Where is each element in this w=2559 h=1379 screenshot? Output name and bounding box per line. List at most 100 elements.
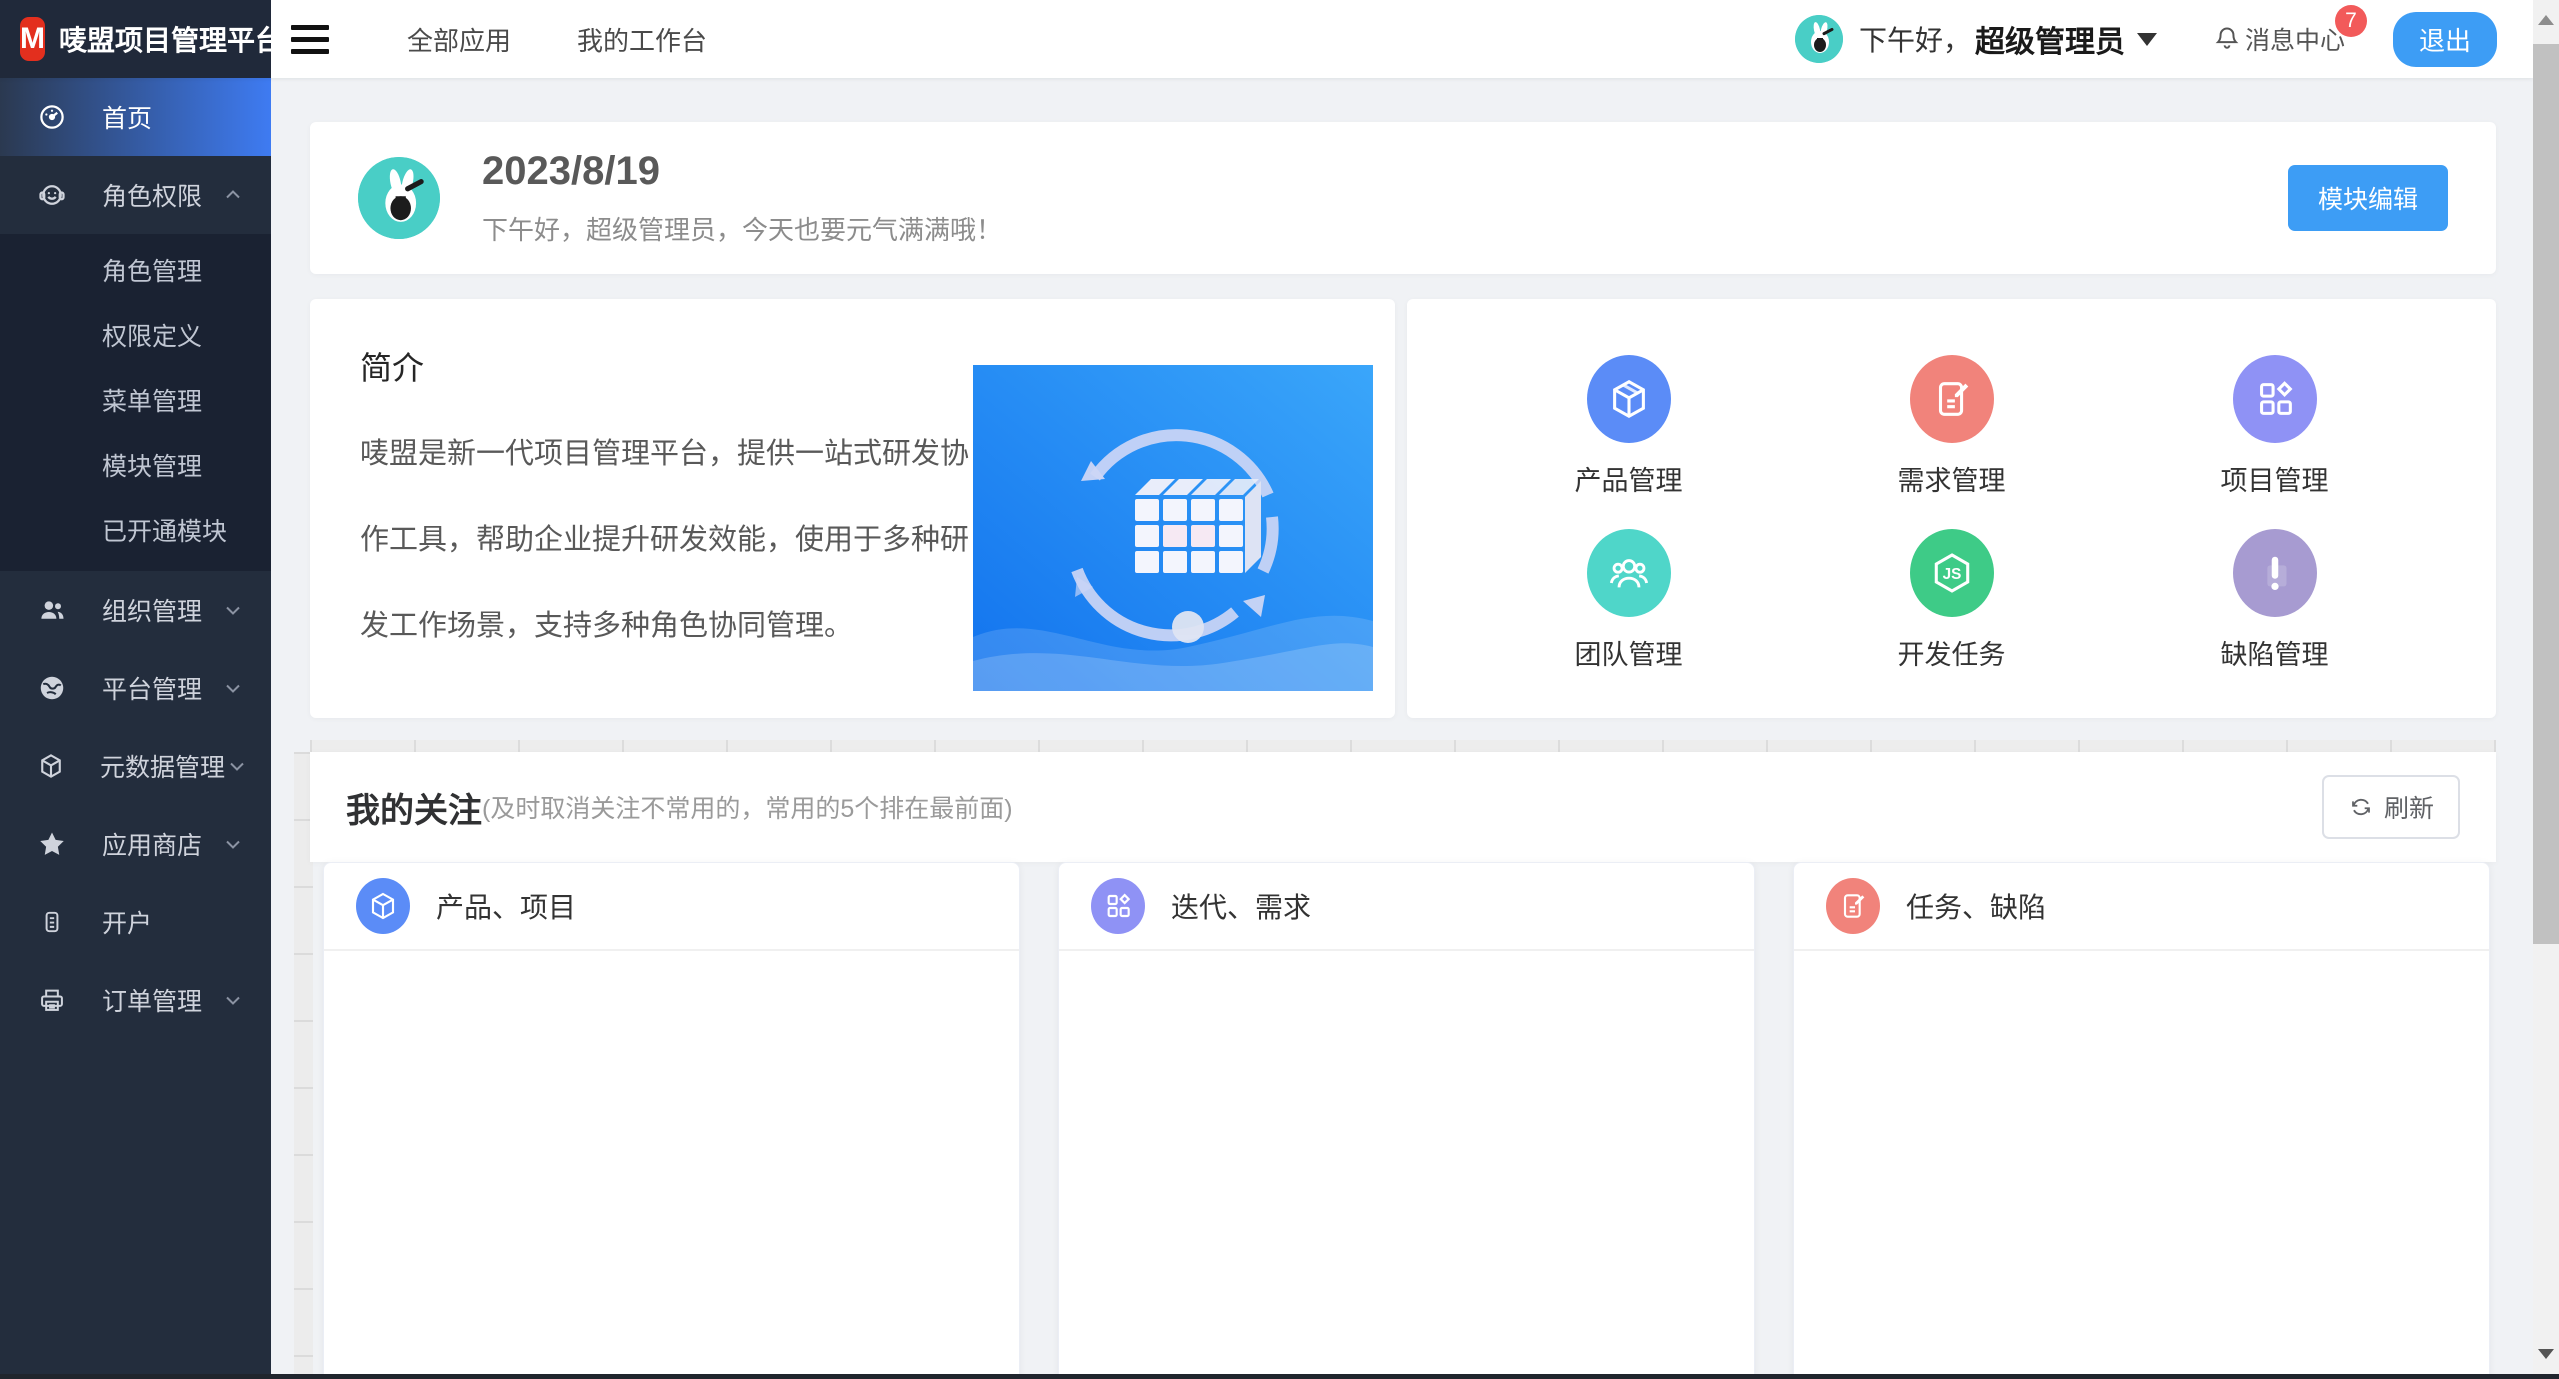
- sidebar-item-label: 应用商店: [102, 826, 221, 862]
- order-icon: [36, 984, 68, 1016]
- module-project-management[interactable]: 项目管理: [2113, 339, 2436, 514]
- rabbit-avatar-icon: [358, 157, 440, 239]
- sidebar-item-label: 组织管理: [102, 592, 221, 628]
- chevron-down-icon: [221, 832, 245, 856]
- chevron-down-icon: [2137, 33, 2157, 46]
- sidebar-subitem-opened-modules[interactable]: 已开通模块: [0, 500, 271, 565]
- welcome-banner: 2023/8/19 下午好，超级管理员，今天也要元气满满哦！ 模块编辑: [310, 122, 2496, 274]
- sidebar-item-label: 平台管理: [102, 670, 221, 706]
- sidebar-item-metadata[interactable]: 元数据管理: [0, 727, 271, 805]
- defect-exclaim-icon: [2233, 529, 2317, 617]
- welcome-texts: 2023/8/19 下午好，超级管理员，今天也要元气满满哦！: [482, 149, 1002, 247]
- dashboard-icon: [36, 101, 68, 133]
- requirement-doc-icon: [1826, 878, 1880, 934]
- top-header: M 唛盟项目管理平台 全部应用 我的工作台 下午好， 超级管理员: [0, 0, 2533, 78]
- role-icon: [36, 179, 68, 211]
- sidebar-subitem-role-management[interactable]: 角色管理: [0, 240, 271, 305]
- sidebar-item-orders[interactable]: 订单管理: [0, 961, 271, 1039]
- top-menu: 全部应用 我的工作台: [407, 21, 707, 58]
- main-content: 2023/8/19 下午好，超级管理员，今天也要元气满满哦！ 模块编辑 简介 唛…: [271, 78, 2533, 1374]
- sidebar-item-organization[interactable]: 组织管理: [0, 571, 271, 649]
- chevron-down-icon: [221, 988, 245, 1012]
- app-title: 唛盟项目管理平台: [59, 19, 283, 59]
- sidebar-subitem-menu-management[interactable]: 菜单管理: [0, 370, 271, 435]
- module-team-management[interactable]: 团队管理: [1467, 514, 1790, 689]
- logo-block: M 唛盟项目管理平台: [0, 0, 271, 78]
- product-cube-icon: [356, 878, 410, 934]
- sidebar-item-label: 角色权限: [102, 177, 221, 213]
- chevron-down-icon: [221, 676, 245, 700]
- requirement-doc-icon: [1910, 355, 1994, 443]
- devtask-js-icon: JS: [1910, 529, 1994, 617]
- logout-button[interactable]: 退出: [2393, 12, 2497, 67]
- module-edit-button[interactable]: 模块编辑: [2288, 165, 2448, 231]
- sidebar-item-roles[interactable]: 角色权限: [0, 156, 271, 234]
- module-dev-tasks[interactable]: JS 开发任务: [1790, 514, 2113, 689]
- sidebar-subitem-permission-definition[interactable]: 权限定义: [0, 305, 271, 370]
- refresh-label: 刷新: [2384, 789, 2434, 825]
- sidebar-item-open-account[interactable]: 开户: [0, 883, 271, 961]
- intro-text: 唛盟是新一代项目管理平台，提供一站式研发协作工具，帮助企业提升研发效能，使用于多…: [360, 411, 980, 669]
- my-follow-hint: (及时取消关注不常用的，常用的5个排在最前面): [482, 789, 1013, 825]
- sidebar-subitem-module-management[interactable]: 模块管理: [0, 435, 271, 500]
- follow-card-iterations-requirements[interactable]: 迭代、需求: [1058, 862, 1755, 1374]
- logo-icon: M: [20, 17, 45, 61]
- hamburger-menu-icon[interactable]: [291, 19, 337, 59]
- project-grid-icon: [2233, 355, 2317, 443]
- module-requirement-management[interactable]: 需求管理: [1790, 339, 2113, 514]
- chevron-up-icon: [221, 183, 245, 207]
- sidebar-item-home[interactable]: 首页: [0, 78, 271, 156]
- window-bottom-frame: [0, 1374, 2559, 1379]
- sidebar-item-platform[interactable]: 平台管理: [0, 649, 271, 727]
- menu-my-workbench[interactable]: 我的工作台: [577, 21, 707, 58]
- sidebar-item-label: 订单管理: [102, 982, 221, 1018]
- follow-card-header: 产品、项目: [324, 863, 1019, 951]
- modules-card: 产品管理 需求管理 项目管理: [1407, 299, 2496, 718]
- follow-card-tasks-defects[interactable]: 任务、缺陷: [1793, 862, 2490, 1374]
- refresh-button[interactable]: 刷新: [2322, 775, 2460, 839]
- vertical-scrollbar[interactable]: [2533, 0, 2559, 1374]
- sidebar-item-label: 元数据管理: [100, 748, 225, 784]
- scrollbar-down-arrow-icon[interactable]: [2533, 1334, 2559, 1374]
- org-icon: [36, 594, 68, 626]
- star-icon: [36, 828, 68, 860]
- sidebar-item-label: 开户: [102, 904, 245, 940]
- module-label: 开发任务: [1898, 633, 2006, 672]
- my-follow-header: 我的关注 (及时取消关注不常用的，常用的5个排在最前面) 刷新: [310, 752, 2496, 862]
- chevron-down-icon: [225, 754, 249, 778]
- current-date: 2023/8/19: [482, 149, 1002, 194]
- user-avatar[interactable]: [1795, 15, 1843, 63]
- rabbit-avatar-icon: [1795, 15, 1843, 63]
- follow-card-header: 迭代、需求: [1059, 863, 1754, 951]
- refresh-icon: [2348, 794, 2374, 820]
- welcome-avatar: [358, 157, 440, 239]
- module-label: 需求管理: [1898, 459, 2006, 498]
- message-count-badge: 7: [2335, 5, 2367, 37]
- sidebar-item-app-store[interactable]: 应用商店: [0, 805, 271, 883]
- greeting-prefix: 下午好，: [1859, 19, 1971, 59]
- module-product-management[interactable]: 产品管理: [1467, 339, 1790, 514]
- module-label: 产品管理: [1575, 459, 1683, 498]
- follow-card-title: 产品、项目: [436, 886, 576, 926]
- menu-all-apps[interactable]: 全部应用: [407, 21, 511, 58]
- bell-icon: [2213, 25, 2241, 53]
- product-cube-icon: [1587, 355, 1671, 443]
- scrollbar-thumb[interactable]: [2533, 44, 2559, 944]
- project-grid-icon: [1091, 878, 1145, 934]
- follow-card-header: 任务、缺陷: [1794, 863, 2489, 951]
- module-defect-management[interactable]: 缺陷管理: [2113, 514, 2436, 689]
- message-center[interactable]: 消息中心 7: [2213, 21, 2345, 57]
- intro-card: 简介 唛盟是新一代项目管理平台，提供一站式研发协作工具，帮助企业提升研发效能，使…: [310, 299, 1395, 718]
- team-people-icon: [1587, 529, 1671, 617]
- chevron-down-icon: [221, 598, 245, 622]
- roles-submenu: 角色管理 权限定义 菜单管理 模块管理 已开通模块: [0, 234, 271, 571]
- scrollbar-up-arrow-icon[interactable]: [2533, 0, 2559, 40]
- modules-grid: 产品管理 需求管理 项目管理: [1467, 339, 2436, 688]
- sidebar-item-label: 首页: [102, 99, 245, 135]
- header-right: 下午好， 超级管理员 消息中心 7 退出: [1795, 12, 2533, 67]
- follow-card-products-projects[interactable]: 产品、项目: [323, 862, 1020, 1374]
- user-greeting[interactable]: 下午好， 超级管理员: [1859, 17, 2157, 61]
- module-label: 项目管理: [2221, 459, 2329, 498]
- svg-text:JS: JS: [1942, 566, 1961, 583]
- module-label: 缺陷管理: [2221, 633, 2329, 672]
